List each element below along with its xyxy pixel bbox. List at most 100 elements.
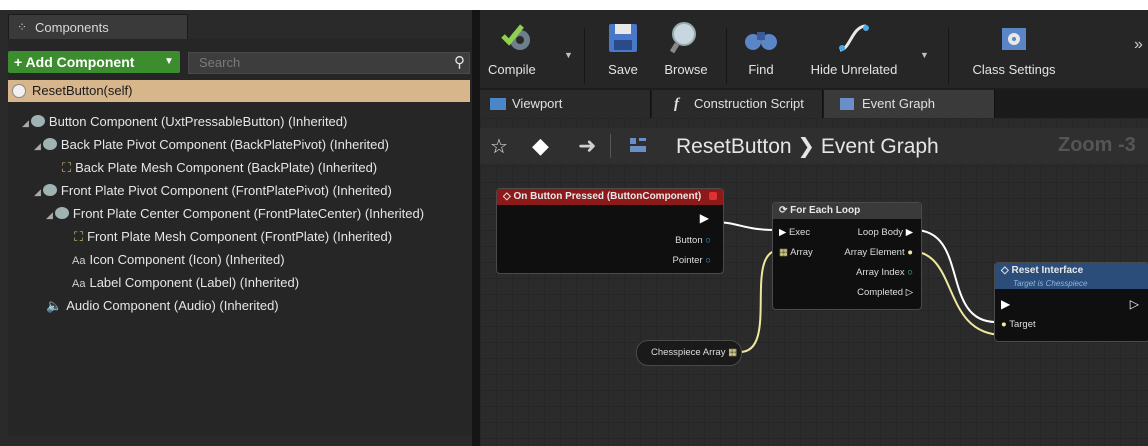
gear-icon (54, 207, 69, 219)
function-node-icon: ◇ (1001, 265, 1012, 276)
node-reset-interface[interactable]: ◇ Reset Interface Target is Chesspiece ▶… (994, 262, 1148, 342)
expand-arrow-icon[interactable]: ◢ (46, 210, 53, 220)
tab-construction-script[interactable]: f Construction Script (652, 90, 823, 118)
tree-item-icon-component[interactable]: Aa Icon Component (Icon) (Inherited) (72, 252, 285, 267)
array-index-pin[interactable]: Array Index ○ (856, 267, 913, 278)
gear-icon (42, 138, 57, 150)
array-in-pin[interactable]: ▦ Array (779, 247, 813, 258)
compile-button[interactable]: Compile (488, 20, 548, 77)
node-for-each-loop[interactable]: ⟳ For Each Loop ▶ Exec ▦ Array Loop Body… (772, 202, 922, 310)
editor-tabs: Viewport f Construction Script Event Gra… (480, 90, 1148, 118)
node-header: ◇ Reset Interface Target is Chesspiece (995, 263, 1148, 289)
toolbar-separator (948, 28, 949, 84)
add-component-button[interactable]: + Add Component ▼ (8, 51, 180, 73)
gear-icon (42, 184, 57, 196)
compile-label: Compile (488, 62, 536, 77)
event-graph-icon (840, 98, 854, 110)
gear-icon (30, 115, 45, 127)
browse-label: Browse (664, 62, 708, 77)
hide-unrelated-button[interactable]: Hide Unrelated (804, 20, 904, 77)
tree-item-self[interactable]: ResetButton(self) (8, 80, 470, 102)
window-top-strip (0, 0, 1148, 10)
exec-in-pin[interactable]: ▶ Exec (779, 227, 810, 238)
tree-item-label: Back Plate Pivot Component (BackPlatePiv… (60, 137, 389, 152)
pointer-pin[interactable]: Pointer ○ (673, 255, 712, 266)
save-icon (609, 24, 637, 52)
tree-item-label-component[interactable]: Aa Label Component (Label) (Inherited) (72, 275, 299, 290)
node-subtitle: Target is Chesspiece (1013, 279, 1088, 288)
tree-item-label: Front Plate Pivot Component (FrontPlateP… (60, 183, 392, 198)
expand-arrow-icon[interactable]: ◢ (34, 187, 41, 197)
pin-label: Loop Body (857, 227, 904, 238)
completed-pin[interactable]: Completed ▷ (857, 287, 913, 298)
browse-button[interactable]: Browse (658, 20, 714, 77)
pin-label: Array (790, 247, 813, 258)
delegate-pin[interactable] (709, 192, 717, 200)
exec-in-pin[interactable]: ▶ (1001, 297, 1010, 311)
toolbar-separator (726, 28, 727, 84)
node-title: For Each Loop (790, 205, 861, 216)
node-on-button-pressed[interactable]: ◇ On Button Pressed (ButtonComponent) ▶ … (496, 188, 724, 274)
target-pin[interactable]: ● Target (1001, 319, 1036, 330)
tab-event-graph[interactable]: Event Graph (824, 90, 995, 118)
components-icon: ⁘ (17, 20, 28, 34)
loop-body-pin[interactable]: Loop Body ▶ (858, 227, 913, 238)
array-element-pin[interactable]: Array Element ● (844, 247, 913, 258)
node-title: On Button Pressed (ButtonComponent) (513, 191, 702, 202)
tree-item-front-plate-mesh[interactable]: ⛶ Front Plate Mesh Component (FrontPlate)… (74, 229, 392, 245)
tree-item-back-plate-mesh[interactable]: ⛶ Back Plate Mesh Component (BackPlate) (… (62, 160, 377, 176)
find-button[interactable]: Find (738, 20, 784, 77)
text-icon: Aa (72, 255, 86, 267)
hide-unrelated-label: Hide Unrelated (810, 62, 898, 77)
chevron-down-icon[interactable]: ▼ (920, 50, 929, 60)
tab-viewport[interactable]: Viewport (480, 90, 651, 118)
node-chesspiece-array[interactable]: Chesspiece Array ▦ (636, 340, 742, 366)
toolbar: Compile ▼ Save Browse Find Hide Unrelate… (480, 10, 1148, 88)
toolbar-overflow-icon[interactable]: » (1134, 36, 1143, 54)
exec-out-pin[interactable]: ▷ (1130, 297, 1139, 311)
class-settings-button[interactable]: Class Settings (964, 20, 1064, 77)
mesh-icon: ⛶ (74, 229, 84, 244)
event-icon: ◇ (503, 191, 514, 202)
pin-label: Button (675, 235, 703, 246)
search-input[interactable]: Search ⚲ (188, 52, 470, 74)
class-settings-label: Class Settings (972, 62, 1056, 77)
class-settings-icon (1002, 28, 1026, 50)
pin-label: Target (1009, 319, 1036, 330)
event-graph-canvas[interactable]: ☆ ◆ ➜ ResetButton ❯ Event Graph Zoom -3 … (480, 118, 1148, 446)
viewport-icon (490, 98, 506, 110)
chevron-down-icon[interactable]: ▼ (564, 50, 573, 60)
toolbar-separator (584, 28, 585, 84)
loop-icon: ⟳ (779, 205, 791, 216)
pin-label: Pointer (672, 255, 703, 266)
tab-event-graph-label: Event Graph (862, 96, 935, 111)
tree-item-front-plate-pivot[interactable]: ◢ Front Plate Pivot Component (FrontPlate… (34, 183, 392, 198)
expand-arrow-icon[interactable]: ◢ (22, 118, 29, 128)
tab-construction-script-label: Construction Script (694, 96, 804, 111)
tree-item-label: Button Component (UxtPressableButton) (I… (48, 114, 348, 129)
tree-item-label: Front Plate Mesh Component (FrontPlate) … (87, 229, 393, 244)
tree-item-button-component[interactable]: ◢ Button Component (UxtPressableButton) (… (22, 114, 347, 129)
components-tab-label: Components (35, 20, 109, 35)
save-button[interactable]: Save (598, 20, 648, 77)
tree-item-self-label: ResetButton(self) (32, 83, 133, 98)
components-tab[interactable]: ⁘ Components (8, 14, 188, 40)
text-icon: Aa (72, 278, 86, 290)
add-component-label: + Add Component (14, 54, 135, 70)
search-icon: ⚲ (454, 54, 465, 71)
tree-item-audio-component[interactable]: 🔈 Audio Component (Audio) (Inherited) (46, 298, 279, 314)
exec-out-pin[interactable]: ▶ (700, 211, 709, 225)
pin-label: Exec (788, 227, 811, 238)
node-title: Reset Interface (1011, 265, 1084, 276)
tree-item-label: Label Component (Label) (Inherited) (89, 275, 300, 290)
compile-icon (501, 24, 530, 50)
tree-item-front-plate-center[interactable]: ◢ Front Plate Center Component (FrontPlat… (46, 206, 424, 221)
expand-arrow-icon[interactable]: ◢ (34, 141, 41, 151)
binoculars-icon (745, 32, 777, 50)
mesh-icon: ⛶ (62, 160, 72, 175)
tree-item-back-plate-pivot[interactable]: ◢ Back Plate Pivot Component (BackPlatePi… (34, 137, 389, 152)
self-icon (12, 84, 26, 98)
chesspiece-array-label: Chesspiece Array ▦ (651, 347, 738, 358)
button-pin[interactable]: Button ○ (675, 235, 711, 246)
find-label: Find (748, 62, 774, 77)
